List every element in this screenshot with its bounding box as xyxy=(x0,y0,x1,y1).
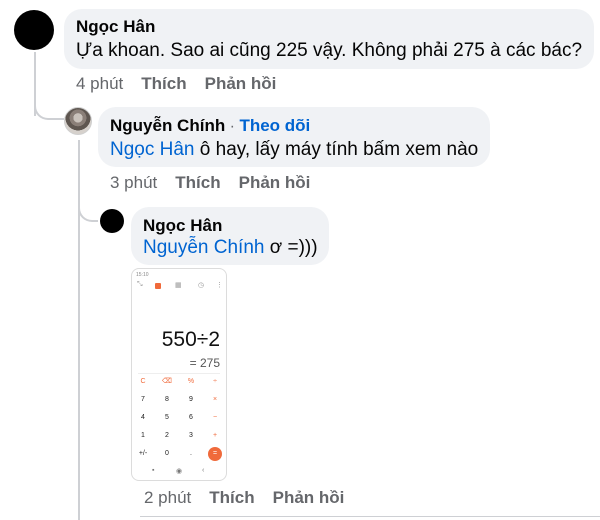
menu-icon: ⋮ xyxy=(216,282,223,289)
reply-button[interactable]: Phản hồi xyxy=(239,173,311,193)
comment-author[interactable]: Nguyễn Chính xyxy=(110,116,225,135)
comment-time[interactable]: 2 phút xyxy=(144,488,191,508)
key-percent[interactable]: % xyxy=(181,375,201,389)
key-3[interactable]: 3 xyxy=(181,429,201,443)
key-sign[interactable]: +/- xyxy=(133,447,153,461)
comment-actions: 2 phút Thích Phản hồi xyxy=(144,488,344,508)
key-5[interactable]: 5 xyxy=(157,411,177,425)
comment-actions: 3 phút Thích Phản hồi xyxy=(110,173,310,193)
thread-line-nested xyxy=(78,140,80,520)
thread-connector-2 xyxy=(78,188,98,222)
key-divide[interactable]: ÷ xyxy=(205,375,225,389)
back-icon: ‹ xyxy=(202,467,205,474)
comment-text: Ngọc Hân ô hay, lấy máy tính bấm xem nào xyxy=(110,138,478,162)
comment-time[interactable]: 3 phút xyxy=(110,173,157,193)
key-clear[interactable]: C xyxy=(133,375,153,389)
comment-author[interactable]: Ngọc Hân xyxy=(143,216,222,236)
like-button[interactable]: Thích xyxy=(209,488,254,508)
comment-text: Nguyễn Chính ơ =))) xyxy=(143,236,318,260)
key-minus[interactable]: − xyxy=(205,411,225,425)
key-1[interactable]: 1 xyxy=(133,429,153,443)
qr-icon: ▦ xyxy=(175,282,182,289)
follow-link[interactable]: Theo dõi xyxy=(239,116,310,135)
attached-screenshot[interactable]: 15:10 ⤡ ▦ ◷ ⋮ 550÷2 = 275 C ⌫ % ÷ 7 8 9 … xyxy=(131,268,227,481)
mention-link[interactable]: Nguyễn Chính xyxy=(143,237,264,258)
calculator-result: = 275 xyxy=(189,356,220,370)
key-equals[interactable]: = xyxy=(208,447,222,461)
comment-bubble: Nguyễn Chính · Theo dõi Ngọc Hân ô hay, … xyxy=(98,107,490,167)
calculator-expression: 550÷2 xyxy=(161,328,220,351)
android-nav-bar: ▪ ◉ ‹ xyxy=(132,467,226,477)
reply-box-edge xyxy=(140,516,600,517)
comment-body: ô hay, lấy máy tính bấm xem nào xyxy=(194,139,479,160)
key-multiply[interactable]: × xyxy=(205,393,225,407)
status-bar-time: 15:10 xyxy=(136,272,149,278)
key-backspace[interactable]: ⌫ xyxy=(157,375,177,389)
comment-actions: 4 phút Thích Phản hồi xyxy=(76,74,276,94)
avatar[interactable] xyxy=(64,107,92,135)
comment-bubble: Ngọc Hân Nguyễn Chính ơ =))) xyxy=(131,207,329,265)
avatar[interactable] xyxy=(14,10,54,50)
reply-button[interactable]: Phản hồi xyxy=(273,488,345,508)
key-6[interactable]: 6 xyxy=(181,411,201,425)
comment-author[interactable]: Ngọc Hân xyxy=(76,17,155,37)
calculator-toolbar: ⤡ ▦ ◷ ⋮ xyxy=(132,281,226,293)
reply-button[interactable]: Phản hồi xyxy=(205,74,277,94)
key-2[interactable]: 2 xyxy=(157,429,177,443)
mention-link[interactable]: Ngọc Hân xyxy=(110,139,195,160)
key-decimal[interactable]: . xyxy=(181,447,201,461)
collapse-icon: ⤡ xyxy=(137,281,143,288)
key-9[interactable]: 9 xyxy=(181,393,201,407)
comment-time[interactable]: 4 phút xyxy=(76,74,123,94)
like-button[interactable]: Thích xyxy=(141,74,186,94)
history-icon: ◷ xyxy=(198,282,205,289)
key-4[interactable]: 4 xyxy=(133,411,153,425)
key-7[interactable]: 7 xyxy=(133,393,153,407)
home-icon: ◉ xyxy=(176,468,183,475)
recent-apps-icon: ▪ xyxy=(152,467,155,474)
avatar[interactable] xyxy=(100,209,124,233)
separator-dot: · xyxy=(229,118,235,135)
key-8[interactable]: 8 xyxy=(157,393,177,407)
key-0[interactable]: 0 xyxy=(157,447,177,461)
comment-body: ơ =))) xyxy=(264,237,318,258)
key-plus[interactable]: + xyxy=(205,429,225,443)
like-button[interactable]: Thích xyxy=(175,173,220,193)
comment-bubble: Ngọc Hân Ựa khoan. Sao ai cũng 225 vậy. … xyxy=(64,9,594,69)
thread-connector-1 xyxy=(34,90,64,120)
comment-text: Ựa khoan. Sao ai cũng 225 vậy. Không phả… xyxy=(76,40,583,61)
divider xyxy=(138,373,220,374)
calculator-mode-icon xyxy=(155,283,161,289)
